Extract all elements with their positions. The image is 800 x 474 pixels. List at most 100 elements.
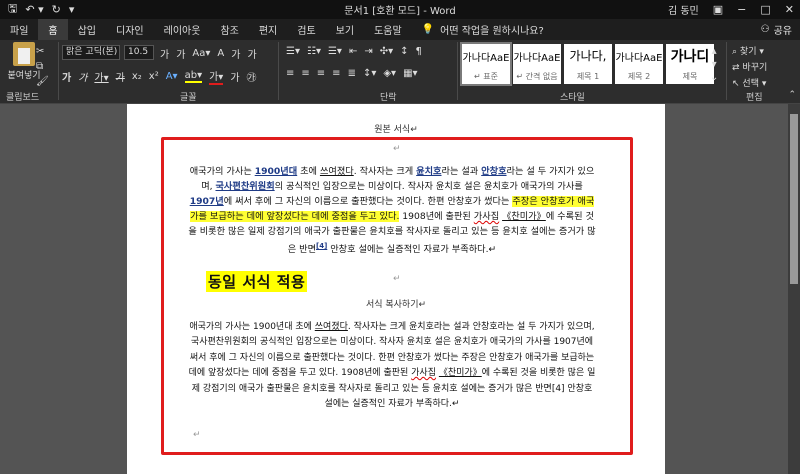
tab-review[interactable]: 검토: [287, 19, 325, 40]
asian-layout-icon[interactable]: ✣▾: [380, 46, 393, 57]
copy-icon[interactable]: ⧉: [36, 61, 49, 72]
hyperlink[interactable]: 국사편찬위원회: [215, 181, 274, 192]
copied-format-paragraph[interactable]: 애국가의 가사는 1900년대 초에 쓰여졌다. 작사자는 크게 윤치호라는 설…: [187, 320, 597, 412]
line-spacing-icon[interactable]: ↕▾: [363, 68, 376, 79]
change-case-icon[interactable]: Aa▾: [192, 48, 210, 59]
shading-icon[interactable]: ◈▾: [383, 68, 396, 79]
hyperlink[interactable]: 1900년대: [255, 166, 297, 177]
save-icon[interactable]: 🖫: [8, 0, 17, 19]
style-heading1[interactable]: 가나다, 제목 1: [564, 44, 612, 84]
enclose-char-icon[interactable]: ㉮: [247, 69, 257, 84]
tab-view[interactable]: 보기: [326, 19, 364, 40]
style-normal[interactable]: 가나다AaE ↵ 표준: [460, 42, 512, 86]
replace-button[interactable]: ⇄ 바꾸기: [732, 60, 767, 73]
char-border-icon[interactable]: 가: [247, 46, 256, 61]
cut-icon[interactable]: ✂: [36, 46, 49, 57]
italic-icon[interactable]: 가: [78, 69, 87, 84]
text-run: 에 써서 후에 그 자신의 이름으로 출판했다는 것이다. 한편 안창호가 썼다…: [223, 196, 513, 207]
undo-icon[interactable]: ↶ ▾: [25, 3, 43, 16]
underlined-text: 쓰여졌다: [314, 322, 348, 332]
subscript-icon[interactable]: x₂: [132, 71, 142, 82]
phonetic-icon[interactable]: 가: [231, 46, 240, 61]
hyperlink[interactable]: 1907년: [190, 196, 224, 207]
underlined-text: 《찬미가》: [502, 211, 546, 222]
strikethrough-icon[interactable]: 가: [116, 69, 125, 84]
reference-link[interactable]: [4]: [316, 242, 327, 250]
annotation-label: 동일 서식 적용: [206, 271, 308, 292]
scroll-thumb[interactable]: [790, 114, 798, 284]
chevron-down-icon[interactable]: ▾: [712, 59, 717, 70]
share-button[interactable]: ⚇ 공유: [761, 19, 792, 40]
multilevel-list-icon[interactable]: ☰▾: [328, 46, 342, 57]
font-color-icon[interactable]: 가▾: [209, 68, 224, 85]
bold-icon[interactable]: 가: [62, 69, 71, 84]
style-sample: 가나다AaE: [462, 53, 510, 64]
hyperlink[interactable]: 윤치호: [416, 166, 441, 177]
style-no-spacing[interactable]: 가나다AaE ↵ 간격 없음: [513, 44, 561, 84]
clear-format-icon[interactable]: A: [217, 48, 224, 59]
find-button[interactable]: ⌕ 찾기 ▾: [732, 44, 767, 57]
user-name[interactable]: 김 동민: [668, 2, 699, 17]
grow-font-icon[interactable]: 가: [160, 46, 169, 61]
style-heading2[interactable]: 가나다AaE 제목 2: [615, 44, 663, 84]
underline-icon[interactable]: 가▾: [94, 69, 108, 84]
shrink-font-icon[interactable]: 가: [176, 46, 185, 61]
clipboard-group-label: 클립보드: [6, 93, 40, 103]
original-paragraph[interactable]: 애국가의 가사는 1900년대 초에 쓰여졌다. 작사자는 크게 윤치호라는 설…: [187, 164, 597, 257]
sort-icon[interactable]: ↕: [400, 46, 408, 57]
hyperlink[interactable]: 안창호: [481, 166, 506, 177]
font-row1: 가 가 Aa▾ A 가 가: [160, 46, 257, 61]
align-right-icon[interactable]: ≡: [317, 68, 325, 79]
select-button[interactable]: ↖ 선택 ▾: [732, 76, 767, 89]
text-run: 의 공식적인 입장으로는 미상이다. 작사자 윤치호 설은 윤치호가 애국가의 …: [274, 181, 583, 192]
tab-insert[interactable]: 삽입: [68, 19, 106, 40]
tab-references[interactable]: 참조: [210, 19, 248, 40]
share-label: 공유: [773, 26, 792, 37]
tab-design[interactable]: 디자인: [106, 19, 154, 40]
vertical-scrollbar[interactable]: [788, 104, 800, 474]
customize-qat-icon[interactable]: ▾: [69, 3, 75, 16]
font-name-select[interactable]: 맑은 고딕(본): [62, 45, 120, 60]
highlight-icon[interactable]: ab▾: [184, 70, 203, 83]
align-center-icon[interactable]: ≡: [301, 68, 309, 79]
distribute-icon[interactable]: ≣: [348, 68, 356, 79]
justify-icon[interactable]: ≡: [332, 68, 340, 79]
format-copy-heading: 서식 복사하기↵: [365, 300, 427, 310]
char-shading-icon[interactable]: 가: [230, 69, 239, 84]
quick-access-toolbar: 🖫 ↶ ▾ ↻ ▾: [0, 0, 74, 19]
show-marks-icon[interactable]: ¶: [416, 46, 422, 57]
superscript-icon[interactable]: x²: [149, 71, 159, 82]
decrease-indent-icon[interactable]: ⇤: [349, 46, 357, 57]
tell-me-box[interactable]: 💡 어떤 작업을 원하시나요?: [412, 19, 544, 40]
format-painter-icon[interactable]: 🖌: [36, 76, 49, 87]
minimize-button[interactable]: −: [737, 3, 746, 16]
tab-file[interactable]: 파일: [0, 19, 38, 40]
restore-button[interactable]: □: [760, 3, 770, 16]
text-effects-icon[interactable]: A▾: [166, 71, 178, 82]
bullets-icon[interactable]: ☰▾: [286, 46, 300, 57]
redo-icon[interactable]: ↻: [52, 3, 61, 16]
style-title[interactable]: 가나디 제목: [666, 44, 714, 84]
tab-mailings[interactable]: 편지: [249, 19, 287, 40]
tell-me-text: 어떤 작업을 원하시나요?: [440, 26, 544, 37]
increase-indent-icon[interactable]: ⇥: [364, 46, 372, 57]
select-label: 선택: [742, 79, 759, 89]
more-styles-icon[interactable]: ⌄: [710, 72, 718, 83]
text-run: 애국가의 가사는: [189, 166, 255, 177]
font-size-select[interactable]: 10.5: [124, 45, 154, 60]
tab-help[interactable]: 도움말: [364, 19, 412, 40]
align-left-icon[interactable]: ≡: [286, 68, 294, 79]
style-name: 제목: [682, 72, 698, 81]
chevron-up-icon[interactable]: ▴: [712, 46, 717, 57]
close-button[interactable]: ✕: [785, 3, 794, 16]
text-run: 애국가의 가사는 1900년대 초에: [189, 322, 315, 332]
ribbon-tabs: 파일 홈 삽입 디자인 레이아웃 참조 편지 검토 보기 도움말 💡 어떤 작업…: [0, 19, 800, 40]
collapse-ribbon-icon[interactable]: ⌃: [788, 90, 796, 100]
numbering-icon[interactable]: ☷▾: [307, 46, 321, 57]
borders-icon[interactable]: ▦▾: [403, 68, 417, 79]
tab-home[interactable]: 홈: [38, 19, 68, 40]
text-run: . 작사자는 크게: [353, 166, 417, 177]
tab-layout[interactable]: 레이아웃: [154, 19, 211, 40]
style-name: ↵ 간격 없음: [516, 72, 558, 81]
ribbon-display-icon[interactable]: ▣: [713, 3, 723, 16]
